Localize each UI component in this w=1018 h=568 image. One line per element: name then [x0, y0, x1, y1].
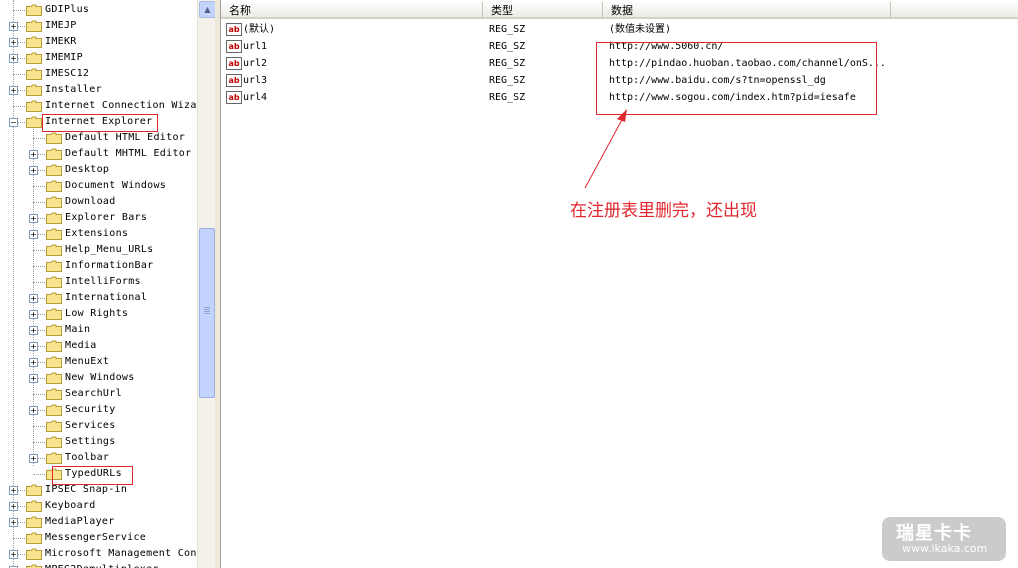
annotation-arrow: [584, 109, 627, 189]
annotation-text: 在注册表里删完，还出现: [570, 201, 757, 221]
watermark-url: www.ikaka.com: [902, 542, 988, 555]
watermark-logo: 瑞星卡卡 www.ikaka.com: [882, 517, 1006, 561]
